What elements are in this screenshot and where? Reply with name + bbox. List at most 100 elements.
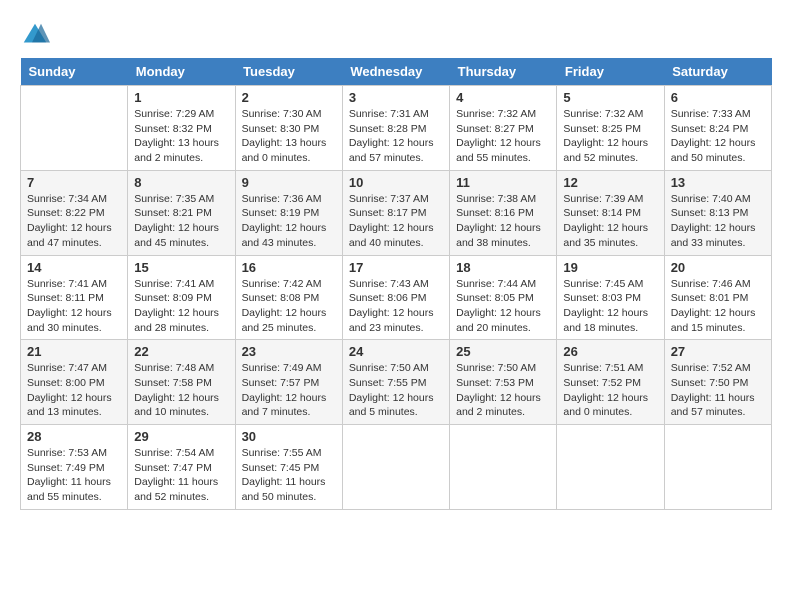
- calendar-cell: 14Sunrise: 7:41 AM Sunset: 8:11 PM Dayli…: [21, 255, 128, 340]
- day-info: Sunrise: 7:35 AM Sunset: 8:21 PM Dayligh…: [134, 192, 228, 251]
- column-header-tuesday: Tuesday: [235, 58, 342, 86]
- week-row-4: 21 Sunrise: 7:47 AM Sunset: 8:00 PM Dayli…: [21, 340, 772, 425]
- column-header-sunday: Sunday: [21, 58, 128, 86]
- calendar-cell: [21, 86, 128, 171]
- calendar-table: SundayMondayTuesdayWednesdayThursdayFrid…: [20, 58, 772, 510]
- day-number: 30: [242, 429, 336, 444]
- week-row-3: 14Sunrise: 7:41 AM Sunset: 8:11 PM Dayli…: [21, 255, 772, 340]
- day-info: Sunrise: 7:41 AM Sunset: 8:09 PM Dayligh…: [134, 277, 228, 336]
- calendar-cell: 12 Sunrise: 7:39 AM Sunset: 8:14 PM Dayli…: [557, 170, 664, 255]
- day-info: Sunrise: 7:38 AM Sunset: 8:16 PM Dayligh…: [456, 192, 550, 251]
- calendar-cell: 26 Sunrise: 7:51 AM Sunset: 7:52 PM Dayli…: [557, 340, 664, 425]
- day-number: 6: [671, 90, 765, 105]
- calendar-cell: [450, 425, 557, 510]
- calendar-cell: 27Sunrise: 7:52 AM Sunset: 7:50 PM Dayli…: [664, 340, 771, 425]
- day-info: Sunrise: 7:45 AM Sunset: 8:03 PM Dayligh…: [563, 277, 657, 336]
- calendar-cell: 16Sunrise: 7:42 AM Sunset: 8:08 PM Dayli…: [235, 255, 342, 340]
- day-info: Sunrise: 7:34 AM Sunset: 8:22 PM Dayligh…: [27, 192, 121, 251]
- calendar-cell: 11 Sunrise: 7:38 AM Sunset: 8:16 PM Dayli…: [450, 170, 557, 255]
- calendar-cell: 18 Sunrise: 7:44 AM Sunset: 8:05 PM Dayli…: [450, 255, 557, 340]
- calendar-cell: 9 Sunrise: 7:36 AM Sunset: 8:19 PM Daylig…: [235, 170, 342, 255]
- day-info: Sunrise: 7:32 AM Sunset: 8:25 PM Dayligh…: [563, 107, 657, 166]
- column-header-saturday: Saturday: [664, 58, 771, 86]
- calendar-cell: 22 Sunrise: 7:48 AM Sunset: 7:58 PM Dayli…: [128, 340, 235, 425]
- day-info: Sunrise: 7:50 AM Sunset: 7:53 PM Dayligh…: [456, 361, 550, 420]
- day-number: 25: [456, 344, 550, 359]
- day-info: Sunrise: 7:41 AM Sunset: 8:11 PM Dayligh…: [27, 277, 121, 336]
- day-number: 1: [134, 90, 228, 105]
- calendar-cell: 17Sunrise: 7:43 AM Sunset: 8:06 PM Dayli…: [342, 255, 449, 340]
- day-info: Sunrise: 7:53 AM Sunset: 7:49 PM Dayligh…: [27, 446, 121, 505]
- day-info: Sunrise: 7:32 AM Sunset: 8:27 PM Dayligh…: [456, 107, 550, 166]
- day-number: 2: [242, 90, 336, 105]
- calendar-cell: 5 Sunrise: 7:32 AM Sunset: 8:25 PM Daylig…: [557, 86, 664, 171]
- day-number: 11: [456, 175, 550, 190]
- calendar-cell: [342, 425, 449, 510]
- week-row-2: 7 Sunrise: 7:34 AM Sunset: 8:22 PM Daylig…: [21, 170, 772, 255]
- calendar-cell: [557, 425, 664, 510]
- day-number: 20: [671, 260, 765, 275]
- day-info: Sunrise: 7:48 AM Sunset: 7:58 PM Dayligh…: [134, 361, 228, 420]
- day-info: Sunrise: 7:51 AM Sunset: 7:52 PM Dayligh…: [563, 361, 657, 420]
- day-number: 4: [456, 90, 550, 105]
- day-info: Sunrise: 7:39 AM Sunset: 8:14 PM Dayligh…: [563, 192, 657, 251]
- day-info: Sunrise: 7:42 AM Sunset: 8:08 PM Dayligh…: [242, 277, 336, 336]
- calendar-cell: 25 Sunrise: 7:50 AM Sunset: 7:53 PM Dayli…: [450, 340, 557, 425]
- week-row-5: 28 Sunrise: 7:53 AM Sunset: 7:49 PM Dayli…: [21, 425, 772, 510]
- day-info: Sunrise: 7:54 AM Sunset: 7:47 PM Dayligh…: [134, 446, 228, 505]
- day-info: Sunrise: 7:37 AM Sunset: 8:17 PM Dayligh…: [349, 192, 443, 251]
- column-header-friday: Friday: [557, 58, 664, 86]
- column-header-monday: Monday: [128, 58, 235, 86]
- calendar-cell: 23 Sunrise: 7:49 AM Sunset: 7:57 PM Dayli…: [235, 340, 342, 425]
- calendar-cell: 4 Sunrise: 7:32 AM Sunset: 8:27 PM Daylig…: [450, 86, 557, 171]
- day-info: Sunrise: 7:47 AM Sunset: 8:00 PM Dayligh…: [27, 361, 121, 420]
- day-info: Sunrise: 7:31 AM Sunset: 8:28 PM Dayligh…: [349, 107, 443, 166]
- calendar-cell: 24 Sunrise: 7:50 AM Sunset: 7:55 PM Dayli…: [342, 340, 449, 425]
- day-number: 24: [349, 344, 443, 359]
- calendar-cell: 13Sunrise: 7:40 AM Sunset: 8:13 PM Dayli…: [664, 170, 771, 255]
- calendar-cell: 8 Sunrise: 7:35 AM Sunset: 8:21 PM Daylig…: [128, 170, 235, 255]
- day-info: Sunrise: 7:55 AM Sunset: 7:45 PM Dayligh…: [242, 446, 336, 505]
- day-number: 23: [242, 344, 336, 359]
- day-number: 13: [671, 175, 765, 190]
- day-number: 27: [671, 344, 765, 359]
- day-number: 22: [134, 344, 228, 359]
- calendar-cell: 19 Sunrise: 7:45 AM Sunset: 8:03 PM Dayli…: [557, 255, 664, 340]
- day-number: 18: [456, 260, 550, 275]
- day-number: 19: [563, 260, 657, 275]
- day-number: 26: [563, 344, 657, 359]
- day-info: Sunrise: 7:50 AM Sunset: 7:55 PM Dayligh…: [349, 361, 443, 420]
- week-row-1: 1 Sunrise: 7:29 AM Sunset: 8:32 PM Daylig…: [21, 86, 772, 171]
- page-header: [20, 20, 772, 50]
- day-number: 9: [242, 175, 336, 190]
- logo: [20, 20, 54, 50]
- column-header-wednesday: Wednesday: [342, 58, 449, 86]
- day-info: Sunrise: 7:29 AM Sunset: 8:32 PM Dayligh…: [134, 107, 228, 166]
- logo-icon: [20, 20, 50, 50]
- day-info: Sunrise: 7:44 AM Sunset: 8:05 PM Dayligh…: [456, 277, 550, 336]
- calendar-cell: 20 Sunrise: 7:46 AM Sunset: 8:01 PM Dayli…: [664, 255, 771, 340]
- day-info: Sunrise: 7:30 AM Sunset: 8:30 PM Dayligh…: [242, 107, 336, 166]
- day-number: 10: [349, 175, 443, 190]
- day-number: 17: [349, 260, 443, 275]
- day-number: 12: [563, 175, 657, 190]
- calendar-cell: 21 Sunrise: 7:47 AM Sunset: 8:00 PM Dayli…: [21, 340, 128, 425]
- calendar-cell: 6Sunrise: 7:33 AM Sunset: 8:24 PM Daylig…: [664, 86, 771, 171]
- day-number: 5: [563, 90, 657, 105]
- day-number: 21: [27, 344, 121, 359]
- calendar-cell: 30 Sunrise: 7:55 AM Sunset: 7:45 PM Dayli…: [235, 425, 342, 510]
- day-number: 7: [27, 175, 121, 190]
- day-number: 3: [349, 90, 443, 105]
- calendar-cell: [664, 425, 771, 510]
- calendar-cell: 29 Sunrise: 7:54 AM Sunset: 7:47 PM Dayli…: [128, 425, 235, 510]
- calendar-cell: 2 Sunrise: 7:30 AM Sunset: 8:30 PM Daylig…: [235, 86, 342, 171]
- column-header-thursday: Thursday: [450, 58, 557, 86]
- day-number: 15: [134, 260, 228, 275]
- day-info: Sunrise: 7:36 AM Sunset: 8:19 PM Dayligh…: [242, 192, 336, 251]
- day-number: 8: [134, 175, 228, 190]
- day-number: 29: [134, 429, 228, 444]
- day-info: Sunrise: 7:46 AM Sunset: 8:01 PM Dayligh…: [671, 277, 765, 336]
- day-number: 28: [27, 429, 121, 444]
- calendar-cell: 15 Sunrise: 7:41 AM Sunset: 8:09 PM Dayli…: [128, 255, 235, 340]
- day-info: Sunrise: 7:49 AM Sunset: 7:57 PM Dayligh…: [242, 361, 336, 420]
